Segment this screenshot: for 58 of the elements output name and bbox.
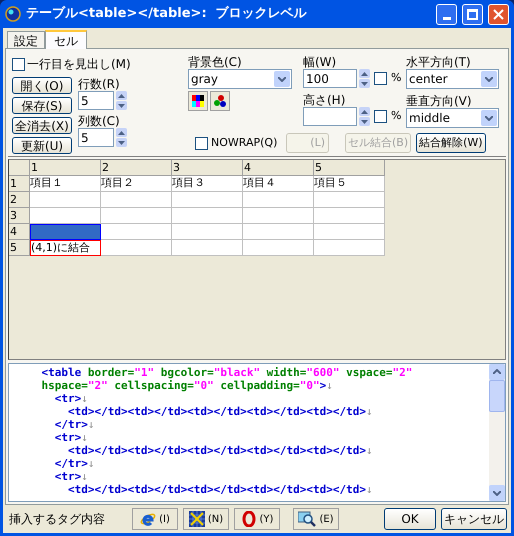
code-line: <td></td><td></td><td></td><td></td><td></td>↓ (66, 482, 374, 496)
number-field[interactable]: 100 (303, 69, 357, 88)
code-line: <td></td><td></td><td></td><td></td><td></td>↓ (66, 404, 374, 418)
field-label: 垂直方向(V) (406, 94, 473, 108)
column-header: 1 (30, 160, 101, 176)
column-header: 4 (243, 160, 314, 176)
dropdown[interactable]: gray (188, 69, 292, 89)
table-cell[interactable]: (4,1)に結合 (30, 240, 101, 256)
insert-tag-label: 挿入するタグ内容 (9, 511, 106, 528)
row-header: 5 (9, 240, 30, 256)
row-header: 4 (9, 224, 30, 240)
browser-preview-button[interactable]: (N) (183, 508, 229, 530)
action-button[interactable]: 更新(U) (12, 137, 72, 154)
cancel-button[interactable]: キャンセル (441, 508, 507, 530)
checkbox-label: 一行目を見出し(M) (27, 56, 131, 73)
field-label: 列数(C) (78, 114, 121, 128)
table-cell[interactable]: 項目４ (243, 176, 314, 192)
column-header: 2 (101, 160, 172, 176)
checkbox-label: NOWRAP(Q) (211, 134, 278, 151)
code-line: <tr>↓ (54, 430, 89, 444)
code-line: <tr>↓ (54, 470, 89, 483)
cell-merge-button[interactable]: 結合解除(W) (416, 133, 486, 153)
action-button[interactable]: 開く(O) (12, 77, 72, 94)
table-cell[interactable]: 項目３ (172, 176, 243, 192)
tab[interactable]: 設定 (7, 31, 45, 48)
checkbox-label: % (391, 108, 402, 124)
row-header: 3 (9, 208, 30, 224)
browser-preview-button[interactable]: (Y) (234, 508, 280, 530)
table-cell[interactable]: 項目５ (314, 176, 385, 192)
browser-preview-button[interactable]: (I) (132, 508, 178, 530)
dropdown[interactable]: middle (406, 108, 499, 128)
browser-preview-button[interactable]: (E) (293, 508, 339, 530)
code-line: <tr>↓ (54, 392, 89, 405)
ok-button[interactable]: OK (384, 508, 436, 530)
window-title: テーブル<table></table>: ブロックレベル (26, 4, 308, 24)
code-line: </tr>↓ (54, 456, 96, 470)
row-header: 1 (9, 176, 30, 192)
action-button[interactable]: 全消去(X) (12, 117, 72, 134)
code-line: hspace="2" cellspacing="0" cellpadding="0">↓ (40, 378, 334, 392)
field-label: 幅(W) (303, 55, 338, 69)
checkbox-label: % (391, 70, 402, 86)
row-header: 2 (9, 192, 30, 208)
column-header: 3 (172, 160, 243, 176)
number-field[interactable]: 5 (78, 128, 114, 147)
code-line: </tr>↓ (54, 418, 96, 431)
table-cell[interactable]: 項目２ (101, 176, 172, 192)
field-label: 行数(R) (78, 77, 121, 91)
field-label: 水平方向(T) (406, 55, 472, 69)
table-cell[interactable]: 項目１ (30, 176, 101, 192)
action-button[interactable]: 保存(S) (12, 97, 72, 114)
field-label: 背景色(C) (188, 55, 243, 69)
tab[interactable]: セル (45, 30, 87, 49)
number-field[interactable]: 5 (78, 91, 114, 110)
column-header: 5 (314, 160, 385, 176)
dropdown[interactable]: center (406, 69, 499, 89)
field-label: 高さ(H) (303, 93, 346, 107)
code-line: <table border="1" bgcolor="black" width="600" vspace="2" (40, 366, 414, 379)
code-line: <td></td><td></td><td></td><td></td><td></td>↓ (66, 444, 374, 457)
